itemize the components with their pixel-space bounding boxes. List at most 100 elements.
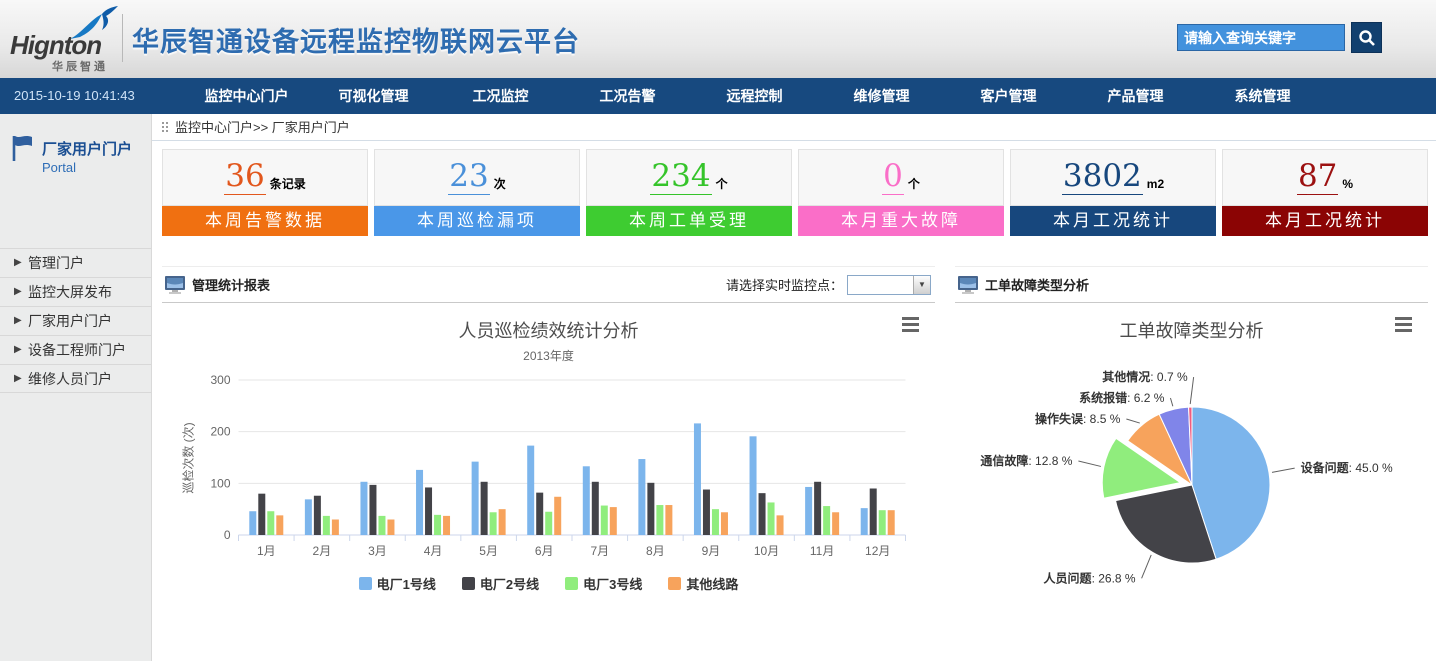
stat-value[interactable]: 87 [1297,161,1338,195]
page-header: Hignton 华辰智通 华辰智通设备远程监控物联网云平台 [0,0,1436,78]
search-icon [1358,29,1376,47]
stat-card-top: 87% [1222,149,1428,206]
main-content: 监控中心门户>> 厂家用户门户 36条记录本周告警数据23次本周巡检漏项234个… [152,114,1436,661]
timestamp: 2015-10-19 10:41:43 [14,78,135,114]
bar-chart-subtitle: 2013年度 [162,347,935,364]
bar-chart-title: 人员巡检绩效统计分析 [162,317,935,343]
stat-card-label[interactable]: 本月重大故障 [798,206,1004,236]
svg-text:7月: 7月 [590,544,609,558]
portal-title: 厂家用户门户 [42,138,132,159]
stat-unit: 次 [494,175,506,192]
search-button[interactable] [1351,22,1382,53]
svg-text:5月: 5月 [479,544,498,558]
stat-card-label[interactable]: 本周巡检漏项 [374,206,580,236]
sidebar-item-label: 管理门户 [28,255,84,271]
hamburger-icon[interactable] [902,317,919,335]
main-navbar: 2015-10-19 10:41:43 监控中心门户可视化管理工况监控工况告警远… [0,78,1436,114]
svg-text:1月: 1月 [257,544,276,558]
triangle-right-icon: ▶ [14,307,22,335]
sidebar-item-label: 厂家用户门户 [28,313,112,329]
pie-slice-label: 设备问题: 45.0 % [1301,460,1393,475]
nav-item[interactable]: 产品管理 [1072,78,1199,114]
stat-card-top: 234个 [586,149,792,206]
stat-card-label[interactable]: 本周告警数据 [162,206,368,236]
legend-item[interactable]: 电厂3号线 [565,574,642,593]
stat-card: 3802m2本月工况统计 [1010,149,1216,236]
pie-chart: 设备问题: 45.0 % 人员问题: 26.8 % 通信故障: 12.8 % 操作失误… [955,345,1428,625]
pie-slice-label: 通信故障: 12.8 % [980,453,1072,468]
pie-slice-label: 人员问题: 26.8 % [1044,570,1136,585]
hamburger-icon[interactable] [1395,317,1412,335]
sidebar-item[interactable]: ▶ 设备工程师门户 [0,335,151,364]
stat-value[interactable]: 0 [882,161,904,195]
pie-chart-title: 工单故障类型分析 [955,317,1428,343]
stat-card-label[interactable]: 本周工单受理 [586,206,792,236]
sidebar-item[interactable]: ▶维修人员门户 [0,364,151,393]
pie-slice-label: 其他情况: 0.7 % [1102,369,1188,384]
logo-text: Hignton [10,30,101,61]
pie-slice-label: 操作失误: 8.5 % [1035,411,1121,426]
logo-subtext: 华辰智通 [52,58,108,74]
nav-item[interactable]: 监控中心门户 [183,78,310,114]
breadcrumb: 监控中心门户>> 厂家用户门户 [152,114,1436,141]
panel-title: 管理统计报表 [192,275,270,294]
nav-item[interactable]: 工况监控 [437,78,564,114]
stat-cards-row: 36条记录本周告警数据23次本周巡检漏项234个本周工单受理0个本月重大故障38… [162,149,1428,236]
stat-card: 0个本月重大故障 [798,149,1004,236]
stat-card: 234个本周工单受理 [586,149,792,236]
stat-value[interactable]: 36 [224,161,265,195]
sidebar-item[interactable]: ▶ 管理门户 [0,248,151,277]
select-value [848,276,913,294]
svg-text:9月: 9月 [702,544,721,558]
svg-text:8月: 8月 [646,544,665,558]
svg-text:6月: 6月 [535,544,554,558]
sidebar-menu: ▶管理门户▶监控大屏发布▶厂家用户门户▶设备工程师门户▶维修人员门户 [0,248,151,393]
page-title: 华辰智通设备远程监控物联网云平台 [132,20,580,59]
logo[interactable]: Hignton 华辰智通 [8,6,120,70]
legend-item[interactable]: 其他线路 [668,574,738,593]
legend-swatch [565,577,578,590]
triangle-right-icon: ▶ [14,249,22,277]
nav-item[interactable]: 工况告警 [564,78,691,114]
panel-header: 管理统计报表 请选择实时监控点： ▼ [162,267,935,303]
legend-label: 电厂1号线 [377,574,436,593]
portal-subtitle: Portal [42,160,76,175]
svg-text:10月: 10月 [754,544,779,558]
search-input[interactable] [1177,24,1345,51]
svg-text:11月: 11月 [810,544,834,558]
stat-unit: 个 [908,175,920,192]
svg-text:100: 100 [210,476,230,490]
sidebar-item-label: 设备工程师门户 [28,342,126,358]
panel-fault-type-analysis: 工单故障类型分析 工单故障类型分析 设备问题: 45.0 % 人员问题: 26.8… [955,266,1428,625]
sidebar-item[interactable]: ▶ 厂家用户门户 [0,306,151,335]
panel-statistics-report: 管理统计报表 请选择实时监控点： ▼ 人员巡检绩效统计分析 2013年度 010… [162,266,935,625]
stat-card-top: 23 次 [374,149,580,206]
nav-item[interactable]: 维修管理 [818,78,945,114]
stat-card-top: 36条记录 [162,149,368,206]
stat-unit: % [1342,177,1353,191]
stat-card-top: 3802m2 [1010,149,1216,206]
nav-item[interactable]: 远程控制 [691,78,818,114]
stat-value[interactable]: 23 [448,161,489,195]
triangle-right-icon: ▶ [14,336,22,364]
nav-item[interactable]: 系统管理 [1199,78,1326,114]
stat-value[interactable]: 3802 [1062,161,1143,195]
panel-title: 工单故障类型分析 [985,275,1089,294]
nav-item[interactable]: 可视化管理 [310,78,437,114]
svg-text:3月: 3月 [368,544,387,558]
stat-card: 23 次本周巡检漏项 [374,149,580,236]
legend-label: 其他线路 [686,574,738,593]
select-label: 请选择实时监控点： [726,275,843,294]
svg-text:2月: 2月 [313,544,332,558]
nav-item[interactable]: 客户管理 [945,78,1072,114]
monitor-point-select[interactable]: ▼ [847,275,931,295]
stat-card-label[interactable]: 本月工况统计 [1010,206,1216,236]
breadcrumb-text[interactable]: 监控中心门户>> 厂家用户门户 [175,114,350,141]
legend-swatch [359,577,372,590]
legend-item[interactable]: 电厂1号线 [359,574,436,593]
legend-item[interactable]: 电厂2号线 [462,574,539,593]
triangle-right-icon: ▶ [14,278,22,306]
sidebar-item[interactable]: ▶监控大屏发布 [0,277,151,306]
stat-card-label[interactable]: 本月工况统计 [1222,206,1428,236]
stat-value[interactable]: 234 [650,161,711,195]
